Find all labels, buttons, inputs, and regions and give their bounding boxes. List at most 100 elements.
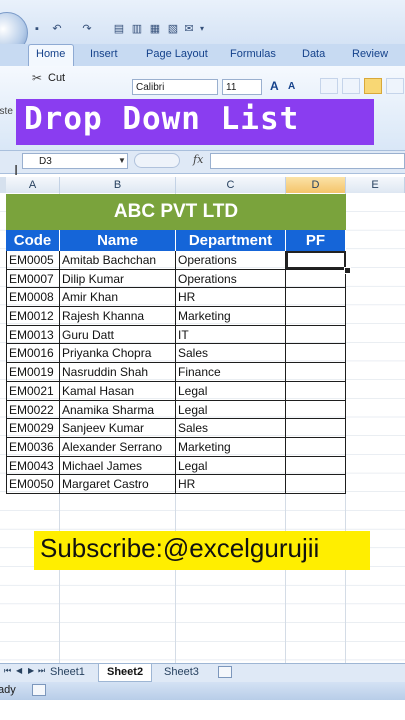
grow-font-icon[interactable]: A [270,79,279,93]
cell-code[interactable]: EM0036 [6,437,60,456]
cell-department[interactable]: Operations [176,269,286,288]
open-icon[interactable]: ▦ [148,22,162,36]
header-name[interactable]: Name [60,230,176,251]
column-header-d[interactable]: D [286,177,346,193]
cell-code[interactable]: EM0029 [6,419,60,437]
cell-name[interactable]: Amir Khan [60,288,176,307]
shrink-font-icon[interactable]: A [288,81,295,92]
cell-pf[interactable] [286,437,346,456]
cell-department[interactable]: Legal [176,381,286,400]
cell-code[interactable]: EM0013 [6,325,60,344]
cell-pf[interactable] [286,381,346,400]
cell-code[interactable]: EM0021 [6,381,60,400]
tab-page-layout[interactable]: Page Layout [146,48,208,60]
macro-record-icon[interactable] [32,684,46,696]
name-box[interactable]: D3 [22,153,128,169]
cell-department[interactable]: Sales [176,344,286,363]
cell-department[interactable]: Legal [176,400,286,419]
cut-button[interactable]: Cut [48,72,65,84]
cell-pf[interactable] [286,251,346,269]
cell-department[interactable]: IT [176,325,286,344]
column-header-e[interactable]: E [346,177,405,193]
cell-code[interactable]: EM0019 [6,363,60,381]
cell-name[interactable]: Amitab Bachchan [60,251,176,269]
cell-pf[interactable] [286,363,346,381]
fill-handle[interactable] [344,267,351,274]
align-left-icon[interactable] [320,78,338,94]
cell-code[interactable]: EM0008 [6,288,60,307]
cell-code[interactable]: EM0016 [6,344,60,363]
align-middle-icon[interactable] [342,78,360,94]
tab-review[interactable]: Review [352,48,388,60]
tab-formulas[interactable]: Formulas [230,48,276,60]
cell-department[interactable]: HR [176,288,286,307]
cell-pf[interactable] [286,475,346,493]
formula-input[interactable] [210,153,405,169]
sheet-tab-sheet2[interactable]: Sheet2 [98,664,153,682]
cell-name[interactable]: Priyanka Chopra [60,344,176,363]
qat-dropdown-icon[interactable]: ▾ [200,24,210,33]
prev-sheet-icon[interactable]: ◀ [16,666,22,675]
cell-department[interactable]: Legal [176,456,286,475]
next-sheet-icon[interactable]: ▶ [28,666,34,675]
header-code[interactable]: Code [6,230,60,251]
cell-name[interactable]: Dilip Kumar [60,269,176,288]
cell-pf[interactable] [286,344,346,363]
undo-icon[interactable]: ↶ [50,22,64,36]
cell-pf[interactable] [286,307,346,325]
cell-department[interactable]: Operations [176,251,286,269]
cell-pf[interactable] [286,419,346,437]
tab-home[interactable]: Home [36,48,65,60]
redo-icon[interactable]: ↷ [80,22,94,36]
cell-name[interactable]: Anamika Sharma [60,400,176,419]
cell-code[interactable]: EM0005 [6,251,60,269]
column-header-b[interactable]: B [60,177,176,193]
cell-department[interactable]: Marketing [176,307,286,325]
new-icon[interactable]: ▧ [166,22,180,36]
cell-code[interactable]: EM0012 [6,307,60,325]
cell-code[interactable]: EM0043 [6,456,60,475]
insert-function-icon[interactable]: fx [193,153,203,166]
scissors-icon[interactable]: ✂ [32,71,42,85]
align-right-icon[interactable] [386,78,404,94]
save-icon[interactable]: ▪ [30,22,44,36]
header-department[interactable]: Department [176,230,286,251]
align-center-icon[interactable] [364,78,382,94]
cell-name[interactable]: Sanjeev Kumar [60,419,176,437]
cell-name[interactable]: Guru Datt [60,325,176,344]
cell-code[interactable]: EM0007 [6,269,60,288]
cell-pf[interactable] [286,456,346,475]
cell-name[interactable]: Margaret Castro [60,475,176,493]
tab-insert[interactable]: Insert [90,48,118,60]
chevron-down-icon[interactable]: ▼ [118,156,126,165]
sheet-tab-sheet3[interactable]: Sheet3 [156,664,207,681]
cell-department[interactable]: Marketing [176,437,286,456]
email-icon[interactable]: ✉ [182,22,196,36]
insert-sheet-icon[interactable] [218,666,232,678]
cell-department[interactable]: Finance [176,363,286,381]
tab-data[interactable]: Data [302,48,325,60]
cell-name[interactable]: Kamal Hasan [60,381,176,400]
sheet-tab-sheet1[interactable]: Sheet1 [42,664,93,681]
paste-button[interactable]: aste [0,106,13,117]
formula-bar-toggle[interactable] [134,153,180,168]
print-icon[interactable]: ▤ [112,22,126,36]
cell-name[interactable]: Nasruddin Shah [60,363,176,381]
cell-pf[interactable] [286,269,346,288]
cell-department[interactable]: HR [176,475,286,493]
cell-name[interactable]: Alexander Serrano [60,437,176,456]
table-title[interactable]: ABC PVT LTD [6,194,346,230]
cell-code[interactable]: EM0022 [6,400,60,419]
cell-name[interactable]: Rajesh Khanna [60,307,176,325]
column-header-a[interactable]: A [6,177,60,193]
cell-name[interactable]: Michael James [60,456,176,475]
cell-pf[interactable] [286,400,346,419]
cell-code[interactable]: EM0050 [6,475,60,493]
cell-pf[interactable] [286,325,346,344]
print-preview-icon[interactable]: ▥ [130,22,144,36]
font-name-select[interactable]: Calibri [132,79,218,95]
cell-department[interactable]: Sales [176,419,286,437]
font-size-select[interactable]: 11 [222,79,262,95]
column-header-c[interactable]: C [176,177,286,193]
header-pf[interactable]: PF [286,230,346,251]
